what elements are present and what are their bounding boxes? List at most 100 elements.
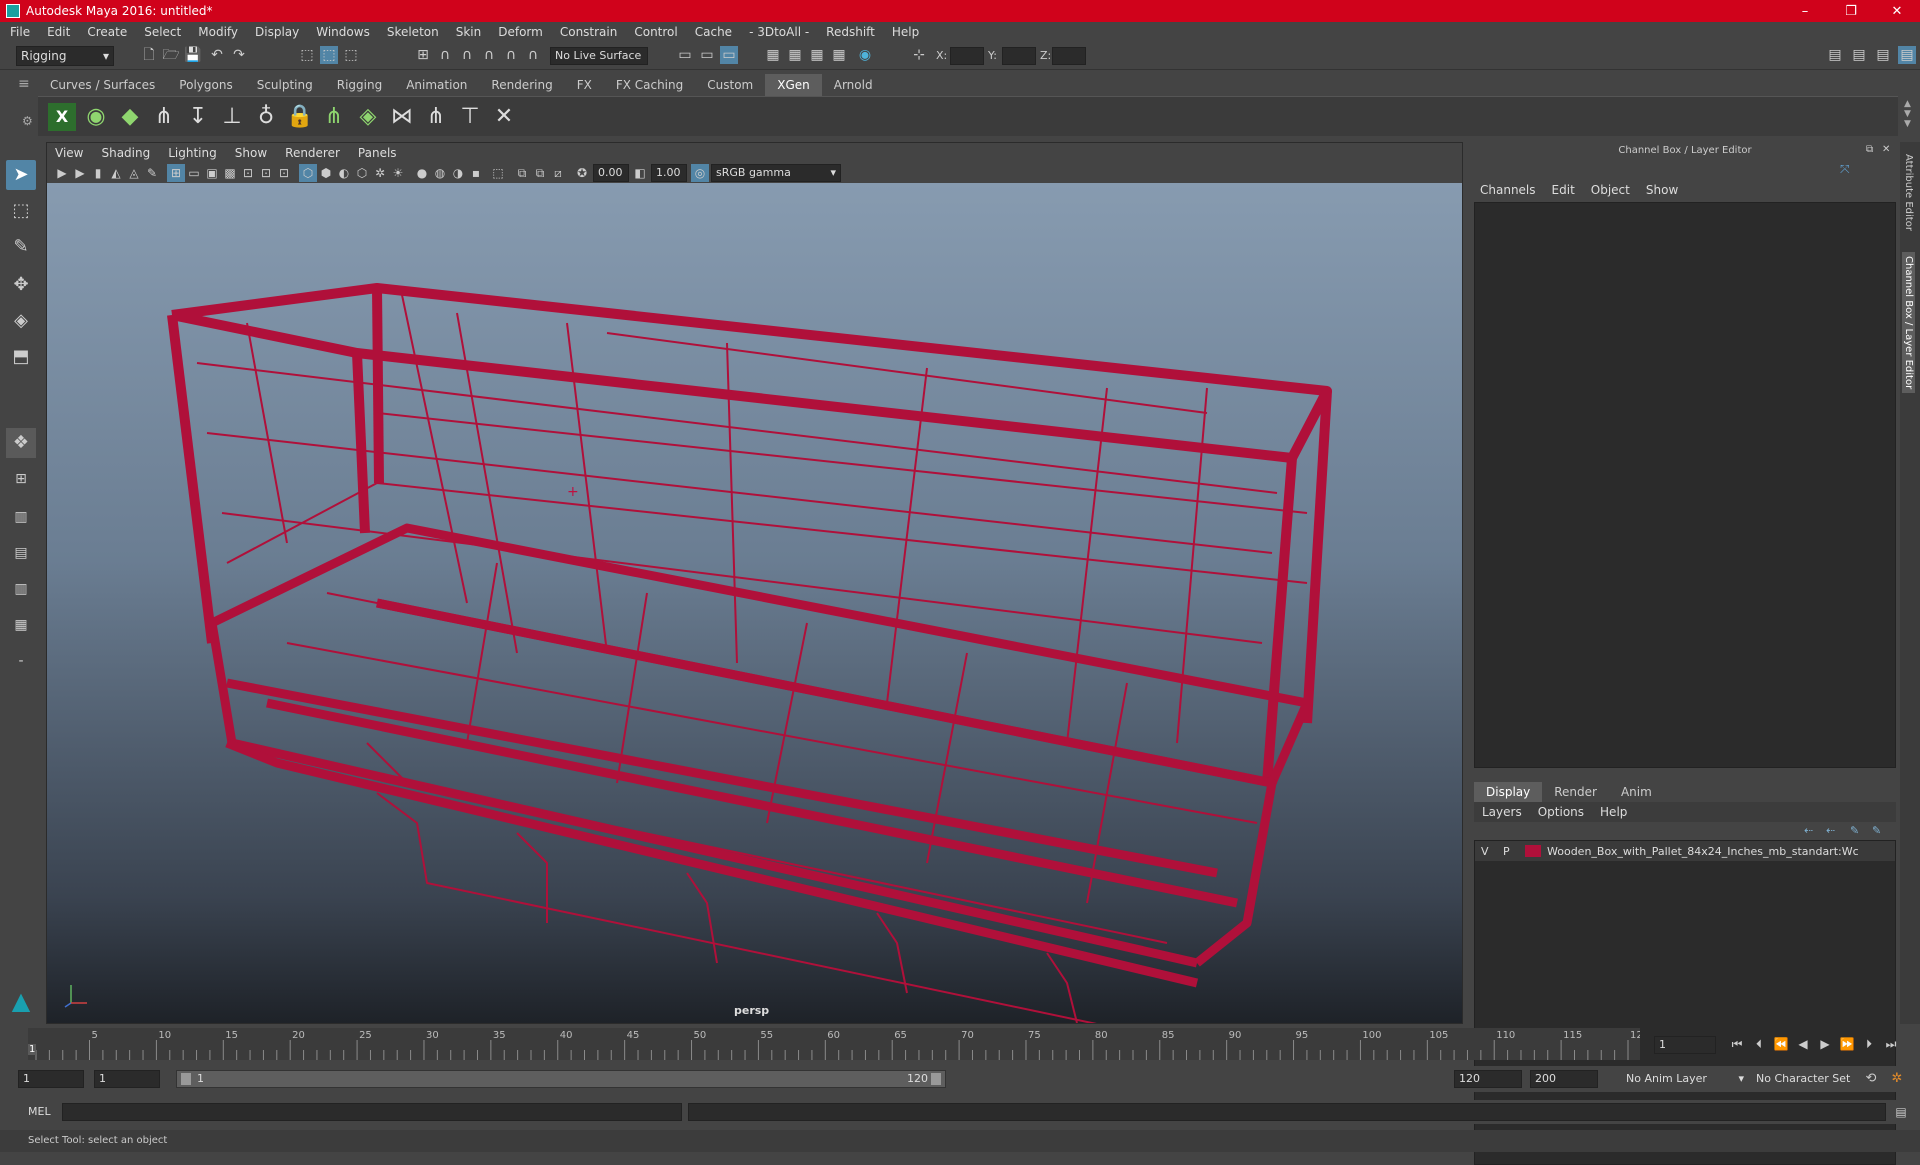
motion-blur-icon[interactable]: ◑ xyxy=(449,164,467,182)
shelf-settings-icon[interactable]: ⚙ xyxy=(22,114,33,128)
attribute-editor-toggle-icon[interactable]: ▤ xyxy=(1850,46,1868,64)
go-to-end-icon[interactable]: ⏭ xyxy=(1882,1035,1900,1053)
shelf-scroll-icon[interactable]: ▲ ▼ ▼ xyxy=(1904,99,1911,129)
shelf-tab-sculpting[interactable]: Sculpting xyxy=(245,74,325,96)
channel-box-body[interactable] xyxy=(1474,202,1896,768)
shadows-icon[interactable]: ● xyxy=(413,164,431,182)
side-tab-attribute-editor[interactable]: Attribute Editor xyxy=(1902,150,1915,235)
layout-options-icon[interactable]: - xyxy=(6,646,36,676)
tool-settings-toggle-icon[interactable]: ▤ xyxy=(1874,46,1892,64)
menu-select[interactable]: Select xyxy=(144,25,181,39)
shelf-tab-fx[interactable]: FX xyxy=(565,74,604,96)
viewport-menu-show[interactable]: Show xyxy=(235,146,267,160)
xray-icon[interactable]: ⧉ xyxy=(513,164,531,182)
persp-hypershade-layout-icon[interactable]: ▥ xyxy=(6,574,36,604)
default-material-icon[interactable]: ◐ xyxy=(335,164,353,182)
layer-tab-display[interactable]: Display xyxy=(1474,782,1543,802)
render-view-icon[interactable]: ▦ xyxy=(764,46,782,64)
ambient-occlusion-icon[interactable]: ◍ xyxy=(431,164,449,182)
menu-edit[interactable]: Edit xyxy=(47,25,70,39)
animation-end-field[interactable]: 200 xyxy=(1530,1070,1598,1088)
anim-layer-dropdown[interactable]: No Anim Layer ▾ xyxy=(1620,1070,1744,1088)
shelf-tab-rigging[interactable]: Rigging xyxy=(325,74,394,96)
persp-graph-layout-icon[interactable]: ▤ xyxy=(6,538,36,568)
current-frame-field[interactable]: 1 xyxy=(1654,1036,1716,1054)
wireframe-icon[interactable]: ⬡ xyxy=(299,164,317,182)
move-tool-icon[interactable]: ✥ xyxy=(6,270,36,300)
playback-start-field[interactable]: 1 xyxy=(94,1070,160,1088)
time-slider[interactable]: 5 10 15 20 25 30 35 40 45 50 55 60 65 70 75 80 85 90 95 100… xyxy=(28,1028,1640,1060)
use-lights-icon[interactable]: ☀ xyxy=(389,164,407,182)
render-current-icon[interactable]: ▦ xyxy=(786,46,804,64)
camera-attributes-icon[interactable]: ▶ xyxy=(71,164,89,182)
xgen-eye-icon[interactable]: ◉ xyxy=(82,103,110,131)
undo-icon[interactable]: ↶ xyxy=(208,46,226,64)
menuset-dropdown[interactable]: Rigging ▾ xyxy=(16,46,114,66)
snap-curve-icon[interactable]: ∩ xyxy=(436,46,454,64)
single-perspective-layout-icon[interactable]: ❖ xyxy=(6,428,36,458)
safe-action-icon[interactable]: ⊡ xyxy=(257,164,275,182)
film-gate-icon[interactable]: ▭ xyxy=(185,164,203,182)
xgen-groom-icon[interactable]: ⋔ xyxy=(422,103,450,131)
select-hierarchy-icon[interactable]: ⬚ xyxy=(298,46,316,64)
new-scene-icon[interactable]: 🗋 xyxy=(140,46,158,64)
viewport-menu-lighting[interactable]: Lighting xyxy=(168,146,217,160)
shelf-tab-animation[interactable]: Animation xyxy=(394,74,479,96)
step-back-frame-icon[interactable]: ⏴ xyxy=(1750,1035,1768,1053)
ipr-render-icon[interactable]: ▦ xyxy=(808,46,826,64)
step-back-key-icon[interactable]: ⏪ xyxy=(1772,1035,1790,1053)
viewport-menu-panels[interactable]: Panels xyxy=(358,146,397,160)
select-object-icon[interactable]: ⬚ xyxy=(320,46,338,64)
select-component-icon[interactable]: ⬚ xyxy=(342,46,360,64)
play-backwards-icon[interactable]: ◀ xyxy=(1794,1035,1812,1053)
layer-tab-render[interactable]: Render xyxy=(1542,782,1609,802)
four-view-layout-icon[interactable]: ⊞ xyxy=(6,464,36,494)
move-layer-up-icon[interactable]: ⇠ xyxy=(1804,824,1813,837)
menu-file[interactable]: File xyxy=(10,25,30,39)
menu-modify[interactable]: Modify xyxy=(198,25,238,39)
rotate-tool-icon[interactable]: ◈ xyxy=(6,306,36,336)
save-scene-icon[interactable]: 💾 xyxy=(184,46,202,64)
go-to-start-icon[interactable]: ⏮ xyxy=(1728,1035,1746,1053)
redo-icon[interactable]: ↷ xyxy=(230,46,248,64)
shelf-tab-arnold[interactable]: Arnold xyxy=(822,74,885,96)
cb-menu-channels[interactable]: Channels xyxy=(1480,183,1536,197)
viewport-3d-scene[interactable]: + persp xyxy=(47,183,1462,1023)
open-scene-icon[interactable]: 🗁 xyxy=(162,46,180,64)
xgen-leaf-icon[interactable]: ◆ xyxy=(116,103,144,131)
safe-title-icon[interactable]: ⊡ xyxy=(275,164,293,182)
2d-pan-zoom-icon[interactable]: ◬ xyxy=(125,164,143,182)
y-field[interactable] xyxy=(1002,47,1036,65)
command-input[interactable] xyxy=(62,1103,682,1121)
xgen-delete-icon[interactable]: ✕ xyxy=(490,103,518,131)
auto-key-icon[interactable]: ⟲ xyxy=(1862,1070,1880,1088)
persp-outliner-layout-icon[interactable]: ▥ xyxy=(6,502,36,532)
gate-mask-icon[interactable]: ▩ xyxy=(221,164,239,182)
xgen-layers-icon[interactable]: ◈ xyxy=(354,103,382,131)
layer-menu-options[interactable]: Options xyxy=(1538,805,1584,819)
shelf-tab-custom[interactable]: Custom xyxy=(695,74,765,96)
snap-grid-icon[interactable]: ⊞ xyxy=(414,46,432,64)
close-button[interactable]: ✕ xyxy=(1874,4,1920,19)
hypershade-icon[interactable]: ◉ xyxy=(856,46,874,64)
cb-menu-show[interactable]: Show xyxy=(1646,183,1678,197)
xgen-comb-icon[interactable]: ⋔ xyxy=(320,103,348,131)
xgen-lock-guide-icon[interactable]: 🔒 xyxy=(286,103,314,131)
float-panel-icon[interactable]: ⧉ xyxy=(1866,144,1873,155)
menu-create[interactable]: Create xyxy=(87,25,127,39)
play-forwards-icon[interactable]: ▶ xyxy=(1816,1035,1834,1053)
xgen-editor-icon[interactable]: X xyxy=(48,103,76,131)
persp-uv-layout-icon[interactable]: ▦ xyxy=(6,610,36,640)
script-editor-icon[interactable]: ▤ xyxy=(1892,1103,1910,1121)
layer-row[interactable]: V P Wooden_Box_with_Pallet_84x24_Inches_… xyxy=(1475,841,1895,861)
viewport-menu-shading[interactable]: Shading xyxy=(101,146,150,160)
xgen-cut-icon[interactable]: ⊤ xyxy=(456,103,484,131)
xgen-select-guide-icon[interactable]: ♁ xyxy=(252,103,280,131)
channel-box-toggle-icon[interactable]: ▤ xyxy=(1898,46,1916,64)
gamma-icon[interactable]: ◧ xyxy=(631,164,649,182)
shelf-tab-curves-surfaces[interactable]: Curves / Surfaces xyxy=(38,74,167,96)
menu-skin[interactable]: Skin xyxy=(456,25,482,39)
anti-aliasing-icon[interactable]: ▪ xyxy=(467,164,485,182)
new-layer-icon[interactable]: ✎ xyxy=(1850,824,1859,837)
input-ops-icon[interactable]: ▭ xyxy=(676,46,694,64)
